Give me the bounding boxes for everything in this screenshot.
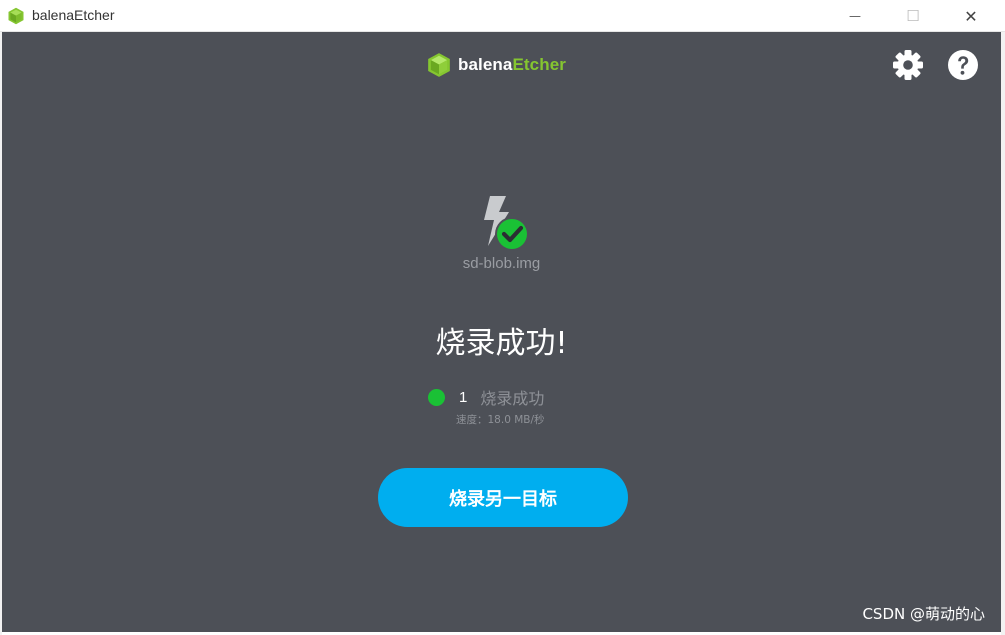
maximize-button[interactable]: ☐ xyxy=(890,0,936,32)
balena-cube-icon xyxy=(428,53,450,77)
logo-word-balena: balena xyxy=(458,55,513,74)
close-button[interactable]: ✕ xyxy=(948,0,994,32)
success-count: 1 xyxy=(459,388,468,406)
minimize-button[interactable]: — xyxy=(832,0,878,32)
flash-complete-icon xyxy=(476,194,532,252)
settings-button[interactable] xyxy=(891,48,925,82)
lightning-check-icon xyxy=(484,196,529,251)
title-bar[interactable]: balenaEtcher — ☐ ✕ xyxy=(0,0,1005,32)
question-icon xyxy=(948,50,978,80)
window-title: balenaEtcher xyxy=(32,7,115,23)
success-label: 烧录成功 xyxy=(480,389,545,408)
right-edge xyxy=(1001,32,1005,635)
minimize-icon: — xyxy=(849,9,861,23)
watermark: CSDN @萌动的心 xyxy=(862,605,985,623)
success-dot-icon xyxy=(428,388,445,406)
flash-another-button[interactable]: 烧录另一目标 xyxy=(378,468,628,527)
help-button[interactable] xyxy=(946,48,980,82)
image-filename: sd-blob.img xyxy=(462,255,541,272)
gear-icon xyxy=(893,50,923,80)
balena-cube-icon xyxy=(8,7,24,25)
logo-word-etcher: Etcher xyxy=(512,55,566,74)
app-logo: balenaEtcher xyxy=(426,52,566,78)
maximize-icon: ☐ xyxy=(906,7,920,25)
flash-speed: 速度：18.0 MB/秒 xyxy=(456,414,545,426)
result-summary: 1 烧录成功 xyxy=(428,386,544,408)
close-icon: ✕ xyxy=(964,6,978,26)
main-area: balenaEtcher sd-blob.img 烧录成功! 1 烧录成功 速度… xyxy=(2,32,1001,632)
flash-success-headline: 烧录成功! xyxy=(435,326,568,361)
logo-text: balenaEtcher xyxy=(458,55,566,75)
